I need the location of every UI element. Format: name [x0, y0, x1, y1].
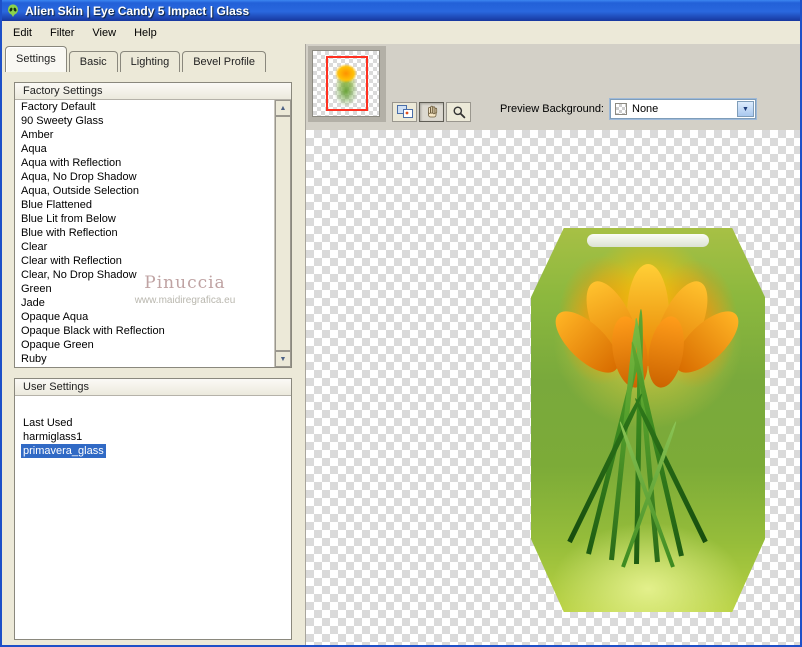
factory-item[interactable]: Amber: [15, 128, 274, 142]
factory-item[interactable]: Factory Default: [15, 100, 274, 114]
navigator-thumbnail[interactable]: [312, 50, 380, 117]
plugin-window: Alien Skin | Eye Candy 5 Impact | Glass …: [0, 0, 802, 647]
magnifier-icon: [452, 105, 466, 119]
factory-item[interactable]: Opaque Black with Reflection: [15, 324, 274, 338]
factory-item[interactable]: Aqua with Reflection: [15, 156, 274, 170]
menu-help[interactable]: Help: [125, 24, 166, 42]
factory-item[interactable]: Clear: [15, 240, 274, 254]
dual-preview-button[interactable]: [392, 102, 417, 122]
user-item-label[interactable]: harmiglass1: [21, 430, 84, 444]
none-swatch-icon: [615, 103, 627, 115]
factory-item[interactable]: 90 Sweety Glass: [15, 114, 274, 128]
pan-tool-button[interactable]: [419, 102, 444, 122]
navigator-strip: [308, 46, 386, 122]
dual-preview-icon: [396, 105, 413, 119]
factory-item[interactable]: Opaque Green: [15, 338, 274, 352]
user-item-label[interactable]: Last Used: [21, 416, 75, 430]
preview-background-label: Preview Background:: [500, 103, 604, 115]
preview-background-control: Preview Background: None ▼: [500, 99, 756, 119]
factory-list-scrollbar[interactable]: ▲ ▼: [274, 100, 291, 367]
menubar: Edit Filter View Help: [2, 21, 800, 44]
preview-canvas[interactable]: [306, 130, 800, 645]
glass-highlight: [587, 234, 709, 247]
preview-panel: Preview Background: None ▼: [305, 44, 800, 645]
alien-skin-app-icon: [6, 3, 20, 18]
factory-item[interactable]: Blue Flattened: [15, 198, 274, 212]
user-item-label[interactable]: primavera_glass: [21, 444, 106, 458]
glass-effect-image: [531, 228, 765, 612]
preview-background-dropdown[interactable]: None ▼: [610, 99, 756, 119]
titlebar[interactable]: Alien Skin | Eye Candy 5 Impact | Glass: [2, 0, 800, 21]
factory-item[interactable]: Jade: [15, 296, 274, 310]
tab-lighting[interactable]: Lighting: [119, 51, 181, 72]
scroll-down-arrow-icon[interactable]: ▼: [275, 351, 291, 367]
tab-bevel-profile[interactable]: Bevel Profile: [182, 51, 266, 72]
tabstrip: Settings Basic Lighting Bevel Profile: [5, 46, 268, 72]
thumbnail-view-rectangle[interactable]: [326, 56, 368, 111]
factory-settings-group: Factory Settings Factory Default 90 Swee…: [14, 82, 292, 368]
scrollbar-thumb[interactable]: [275, 116, 291, 351]
user-item: Last Used: [21, 416, 291, 430]
window-title: Alien Skin | Eye Candy 5 Impact | Glass: [25, 3, 250, 18]
scroll-up-arrow-icon[interactable]: ▲: [275, 100, 291, 116]
preview-toolbar: [392, 102, 471, 122]
factory-item[interactable]: Clear with Reflection: [15, 254, 274, 268]
factory-item[interactable]: Aqua, Outside Selection: [15, 184, 274, 198]
hand-tool-icon: [425, 105, 439, 119]
factory-item[interactable]: Blue Lit from Below: [15, 212, 274, 226]
user-item: harmiglass1: [21, 430, 291, 444]
menu-edit[interactable]: Edit: [4, 24, 41, 42]
factory-item[interactable]: Aqua, No Drop Shadow: [15, 170, 274, 184]
menu-filter[interactable]: Filter: [41, 24, 83, 42]
preview-background-value: None: [632, 103, 659, 115]
factory-settings-list: Factory Default 90 Sweety Glass Amber Aq…: [15, 100, 274, 367]
tab-basic[interactable]: Basic: [68, 51, 118, 72]
factory-item[interactable]: Aqua: [15, 142, 274, 156]
factory-item[interactable]: Clear, No Drop Shadow: [15, 268, 274, 282]
user-settings-list: Last Used harmiglass1 primavera_glass: [15, 396, 291, 639]
user-settings-title: User Settings: [15, 379, 291, 396]
factory-item[interactable]: Blue with Reflection: [15, 226, 274, 240]
menu-view[interactable]: View: [83, 24, 125, 42]
user-item-selected: primavera_glass: [21, 444, 291, 458]
dropdown-arrow-icon[interactable]: ▼: [737, 101, 754, 117]
user-settings-group: User Settings Last Used harmiglass1 prim…: [14, 378, 292, 640]
factory-settings-title: Factory Settings: [15, 83, 291, 100]
factory-item[interactable]: Green: [15, 282, 274, 296]
factory-item[interactable]: Opaque Aqua: [15, 310, 274, 324]
factory-item[interactable]: Ruby: [15, 352, 274, 366]
zoom-tool-button[interactable]: [446, 102, 471, 122]
tab-settings[interactable]: Settings: [5, 46, 67, 72]
